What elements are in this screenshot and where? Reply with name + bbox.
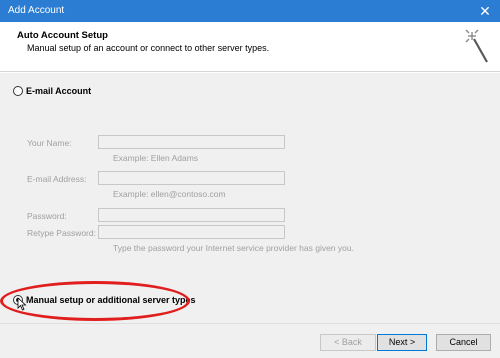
name-label: Your Name: xyxy=(27,138,72,148)
email-field[interactable] xyxy=(98,171,285,185)
button-bar: < Back Next > Cancel xyxy=(0,323,500,358)
name-field[interactable] xyxy=(98,135,285,149)
mouse-cursor-icon xyxy=(17,297,27,311)
password-label: Password: xyxy=(27,211,67,221)
cancel-button[interactable]: Cancel xyxy=(436,334,491,351)
email-account-option[interactable]: E-mail Account xyxy=(13,86,91,96)
close-icon[interactable]: ✕ xyxy=(470,0,500,22)
retype-password-field[interactable] xyxy=(98,225,285,239)
wizard-wand-icon xyxy=(465,29,488,63)
header-subtitle: Manual setup of an account or connect to… xyxy=(27,43,270,53)
email-hint: Example: ellen@contoso.com xyxy=(113,189,226,199)
password-field[interactable] xyxy=(98,208,285,222)
email-account-radio[interactable] xyxy=(13,86,23,96)
name-hint: Example: Ellen Adams xyxy=(113,153,199,163)
highlight-annotation xyxy=(0,281,190,321)
window-title: Add Account xyxy=(8,5,65,16)
retype-password-hint: Type the password your Internet service … xyxy=(113,243,354,253)
title-bar: Add Account ✕ xyxy=(0,0,500,22)
wizard-header: Auto Account Setup Manual setup of an ac… xyxy=(0,22,500,72)
back-button[interactable]: < Back xyxy=(320,334,376,351)
next-button[interactable]: Next > xyxy=(377,334,427,351)
email-label: E-mail Address: xyxy=(27,174,87,184)
email-account-label: E-mail Account xyxy=(26,86,92,96)
header-title: Auto Account Setup xyxy=(17,30,108,41)
retype-password-label: Retype Password: xyxy=(27,228,96,238)
